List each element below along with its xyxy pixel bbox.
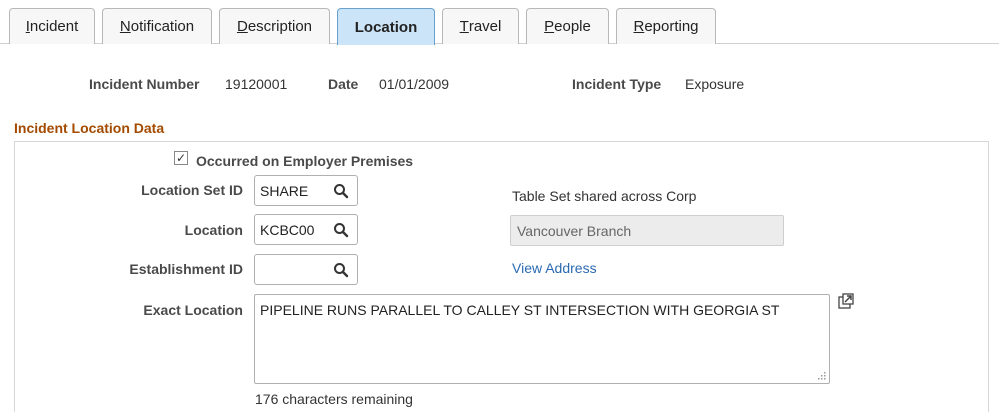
tab-label-accesskey: N xyxy=(119,18,131,35)
exact-location-textarea[interactable]: PIPELINE RUNS PARALLEL TO CALLEY ST INTE… xyxy=(254,294,830,384)
tab-people[interactable]: People xyxy=(526,8,609,44)
date-value: 01/01/2009 xyxy=(379,76,450,92)
location-name-value: Vancouver Branch xyxy=(517,223,632,239)
tab-label: otification xyxy=(130,18,195,35)
location-label: Location xyxy=(184,222,243,238)
characters-remaining: 176 characters remaining xyxy=(255,391,413,407)
tab-label: ncident xyxy=(29,18,79,35)
location-value: KCBC00 xyxy=(260,222,315,238)
search-icon[interactable] xyxy=(333,222,349,238)
tab-label-accesskey: P xyxy=(544,18,555,35)
tab-description[interactable]: Description xyxy=(219,8,330,44)
location-field[interactable]: KCBC00 xyxy=(254,214,358,245)
incident-number-value: 19120001 xyxy=(225,76,288,92)
expand-textarea-icon[interactable] xyxy=(838,293,854,309)
tab-location[interactable]: Location xyxy=(337,8,435,45)
date-label: Date xyxy=(328,76,359,92)
search-icon[interactable] xyxy=(333,262,349,278)
tab-label: Location xyxy=(354,18,418,36)
location-set-id-label: Location Set ID xyxy=(141,182,243,198)
tab-label: eporting xyxy=(644,18,699,35)
exact-location-label: Exact Location xyxy=(143,302,243,318)
resize-grip-icon[interactable] xyxy=(817,371,826,380)
tab-label: eople xyxy=(554,18,591,35)
location-set-id-value: SHARE xyxy=(260,183,309,199)
incident-type-label: Incident Type xyxy=(572,76,662,92)
occurred-on-premises-checkbox[interactable]: ✓ xyxy=(174,151,188,165)
establishment-id-label: Establishment ID xyxy=(129,261,243,277)
establishment-id-field[interactable] xyxy=(254,254,358,285)
tab-travel[interactable]: Travel xyxy=(442,8,519,44)
occurred-on-premises-label: Occurred on Employer Premises xyxy=(196,153,414,169)
view-address-link[interactable]: View Address xyxy=(512,260,597,276)
tab-bar: Incident Notification Description Locati… xyxy=(0,0,999,45)
tab-notification[interactable]: Notification xyxy=(102,8,212,44)
tab-label: escription xyxy=(247,18,313,35)
tab-label: ravel xyxy=(468,18,502,35)
tab-label-accesskey: T xyxy=(459,18,469,35)
location-name-display: Vancouver Branch xyxy=(510,215,784,246)
tab-incident[interactable]: Incident xyxy=(9,8,95,44)
location-set-id-field[interactable]: SHARE xyxy=(254,175,358,206)
search-icon[interactable] xyxy=(333,183,349,199)
tab-label-accesskey: D xyxy=(236,18,248,35)
table-set-note: Table Set shared across Corp xyxy=(512,188,697,204)
tab-label-accesskey: R xyxy=(633,18,645,35)
incident-type-value: Exposure xyxy=(685,76,745,92)
section-title: Incident Location Data xyxy=(14,120,165,136)
checkmark-icon: ✓ xyxy=(175,151,187,165)
incident-number-label: Incident Number xyxy=(89,76,200,92)
exact-location-value: PIPELINE RUNS PARALLEL TO CALLEY ST INTE… xyxy=(260,302,780,318)
tab-reporting[interactable]: Reporting xyxy=(616,8,716,44)
